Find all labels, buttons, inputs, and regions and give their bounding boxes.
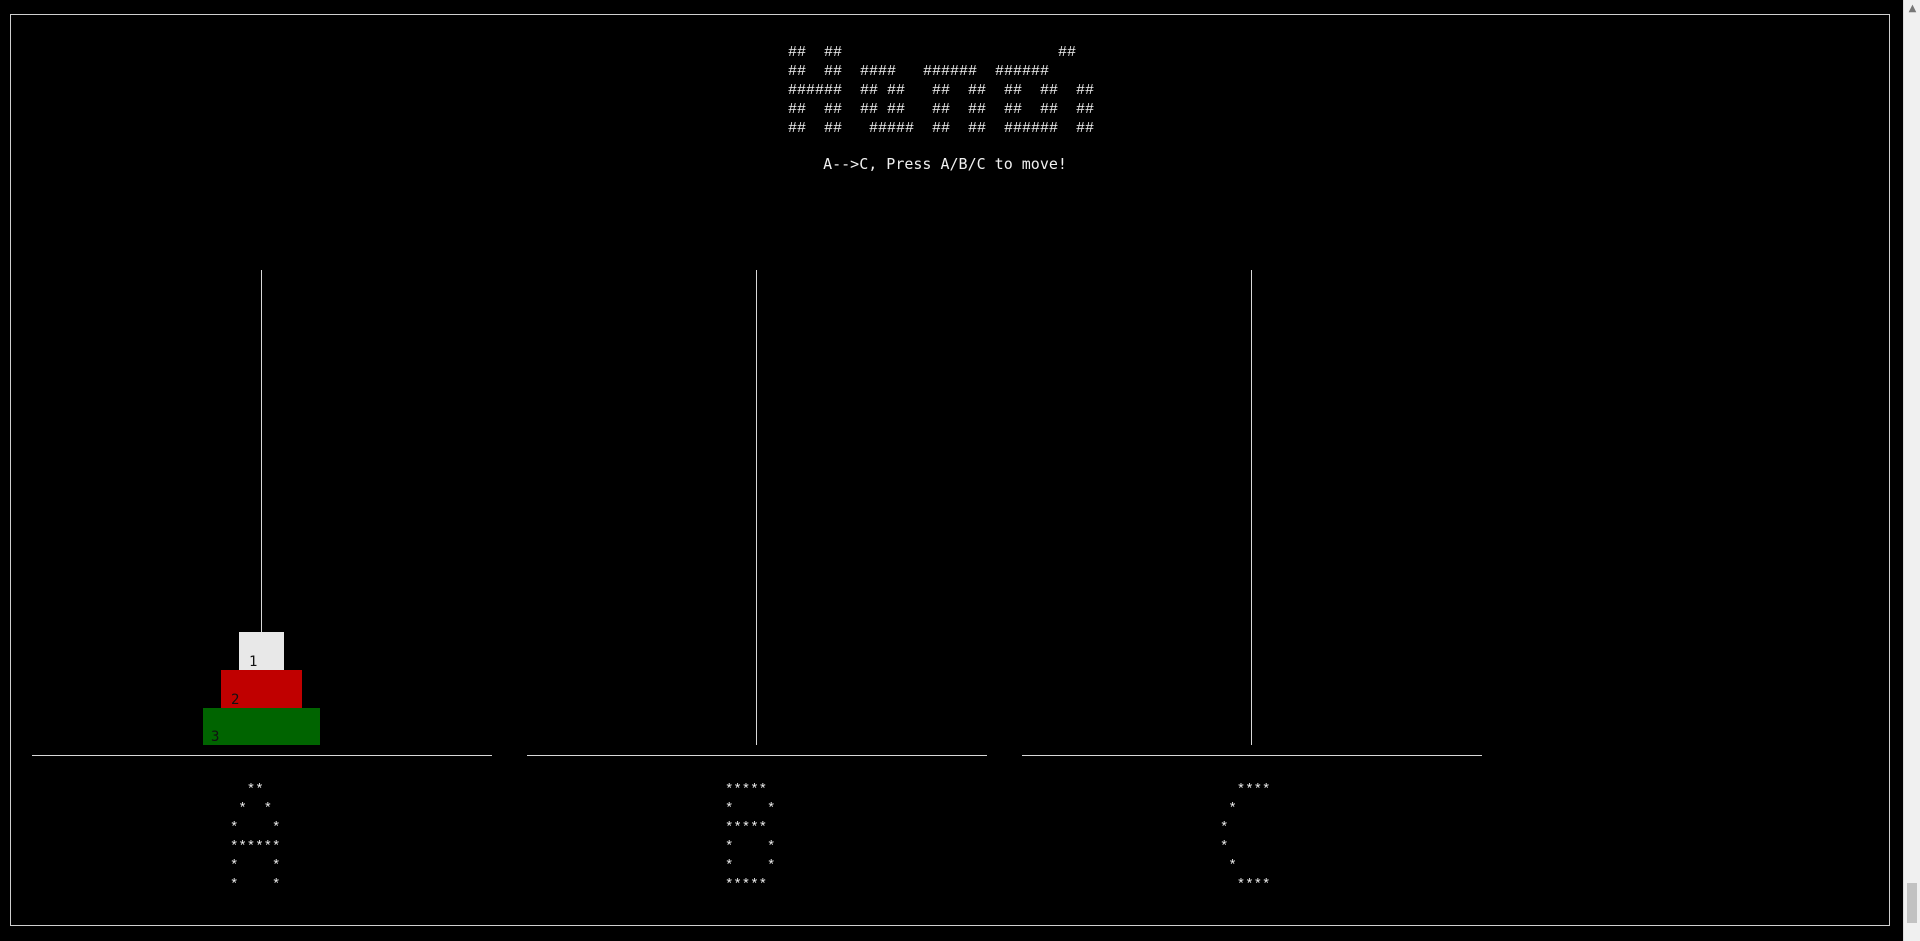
instruction-text: A-->C, Press A/B/C to move! [823,155,1067,173]
rod-a-base [32,755,492,756]
disk-2[interactable]: 2 [221,670,302,708]
banner-line: ###### ## ## ## ## ## ## ## [788,82,1095,99]
rod-a-label-art: ** * * * * ****** * * * * [230,782,281,893]
hanoi-title-banner: ## ## ## ## ## #### ###### ###### ######… [788,43,1094,138]
disk-label: 2 [231,692,240,708]
scrollbar-thumb[interactable] [1907,883,1917,923]
disk-1[interactable]: 1 [239,632,284,670]
disk-3[interactable]: 3 [203,708,320,745]
banner-line: ## ## ##### ## ## ###### ## [788,120,1095,137]
rod-b-base [527,755,987,756]
console-frame [10,14,1890,926]
game-window: { "banner": { "lines": [ "## ## ##", "##… [0,0,1920,941]
rod-a[interactable] [261,270,262,632]
vertical-scrollbar[interactable]: ▲ [1903,0,1920,941]
disk-label: 1 [249,654,258,670]
rod-b[interactable] [756,270,757,745]
disk-label: 3 [211,729,220,745]
banner-line: ## ## ## ## ## ## ## ## ## [788,101,1095,118]
banner-line: ## ## #### ###### ###### [788,63,1050,80]
rod-c[interactable] [1251,270,1252,745]
rod-b-label-art: ***** * * ***** * * * * ***** [725,782,776,893]
rod-c-label-art: **** * * * * **** [1220,782,1271,893]
scroll-up-arrow-icon[interactable]: ▲ [1904,2,1920,16]
rod-c-base [1022,755,1482,756]
banner-line: ## ## ## [788,44,1077,61]
